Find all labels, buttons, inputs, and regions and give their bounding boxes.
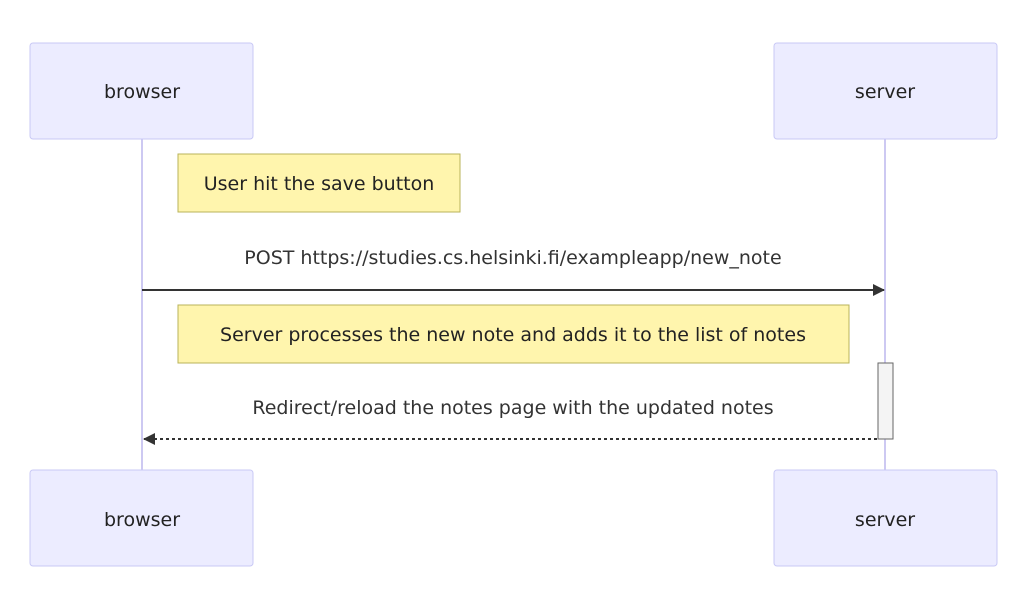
server-activation-bar <box>877 362 894 440</box>
note-save-text: User hit the save button <box>204 173 435 195</box>
server-actor-bottom-label: server <box>855 509 915 531</box>
server-actor-top: server <box>773 42 998 140</box>
note-save: User hit the save button <box>177 153 461 213</box>
server-actor-bottom: server <box>773 469 998 567</box>
browser-actor-bottom-label: browser <box>104 509 180 531</box>
browser-actor-top: browser <box>29 42 254 140</box>
server-actor-label: server <box>855 81 915 103</box>
note-process: Server processes the new note and adds i… <box>177 304 850 364</box>
browser-actor-label: browser <box>104 81 180 103</box>
browser-actor-bottom: browser <box>29 469 254 567</box>
note-process-text: Server processes the new note and adds i… <box>220 324 806 346</box>
post-message-label: POST https://studies.cs.helsinki.fi/exam… <box>244 247 781 269</box>
sequence-diagram: browser server User hit the save button … <box>29 42 998 567</box>
redirect-message-label: Redirect/reload the notes page with the … <box>252 397 773 419</box>
